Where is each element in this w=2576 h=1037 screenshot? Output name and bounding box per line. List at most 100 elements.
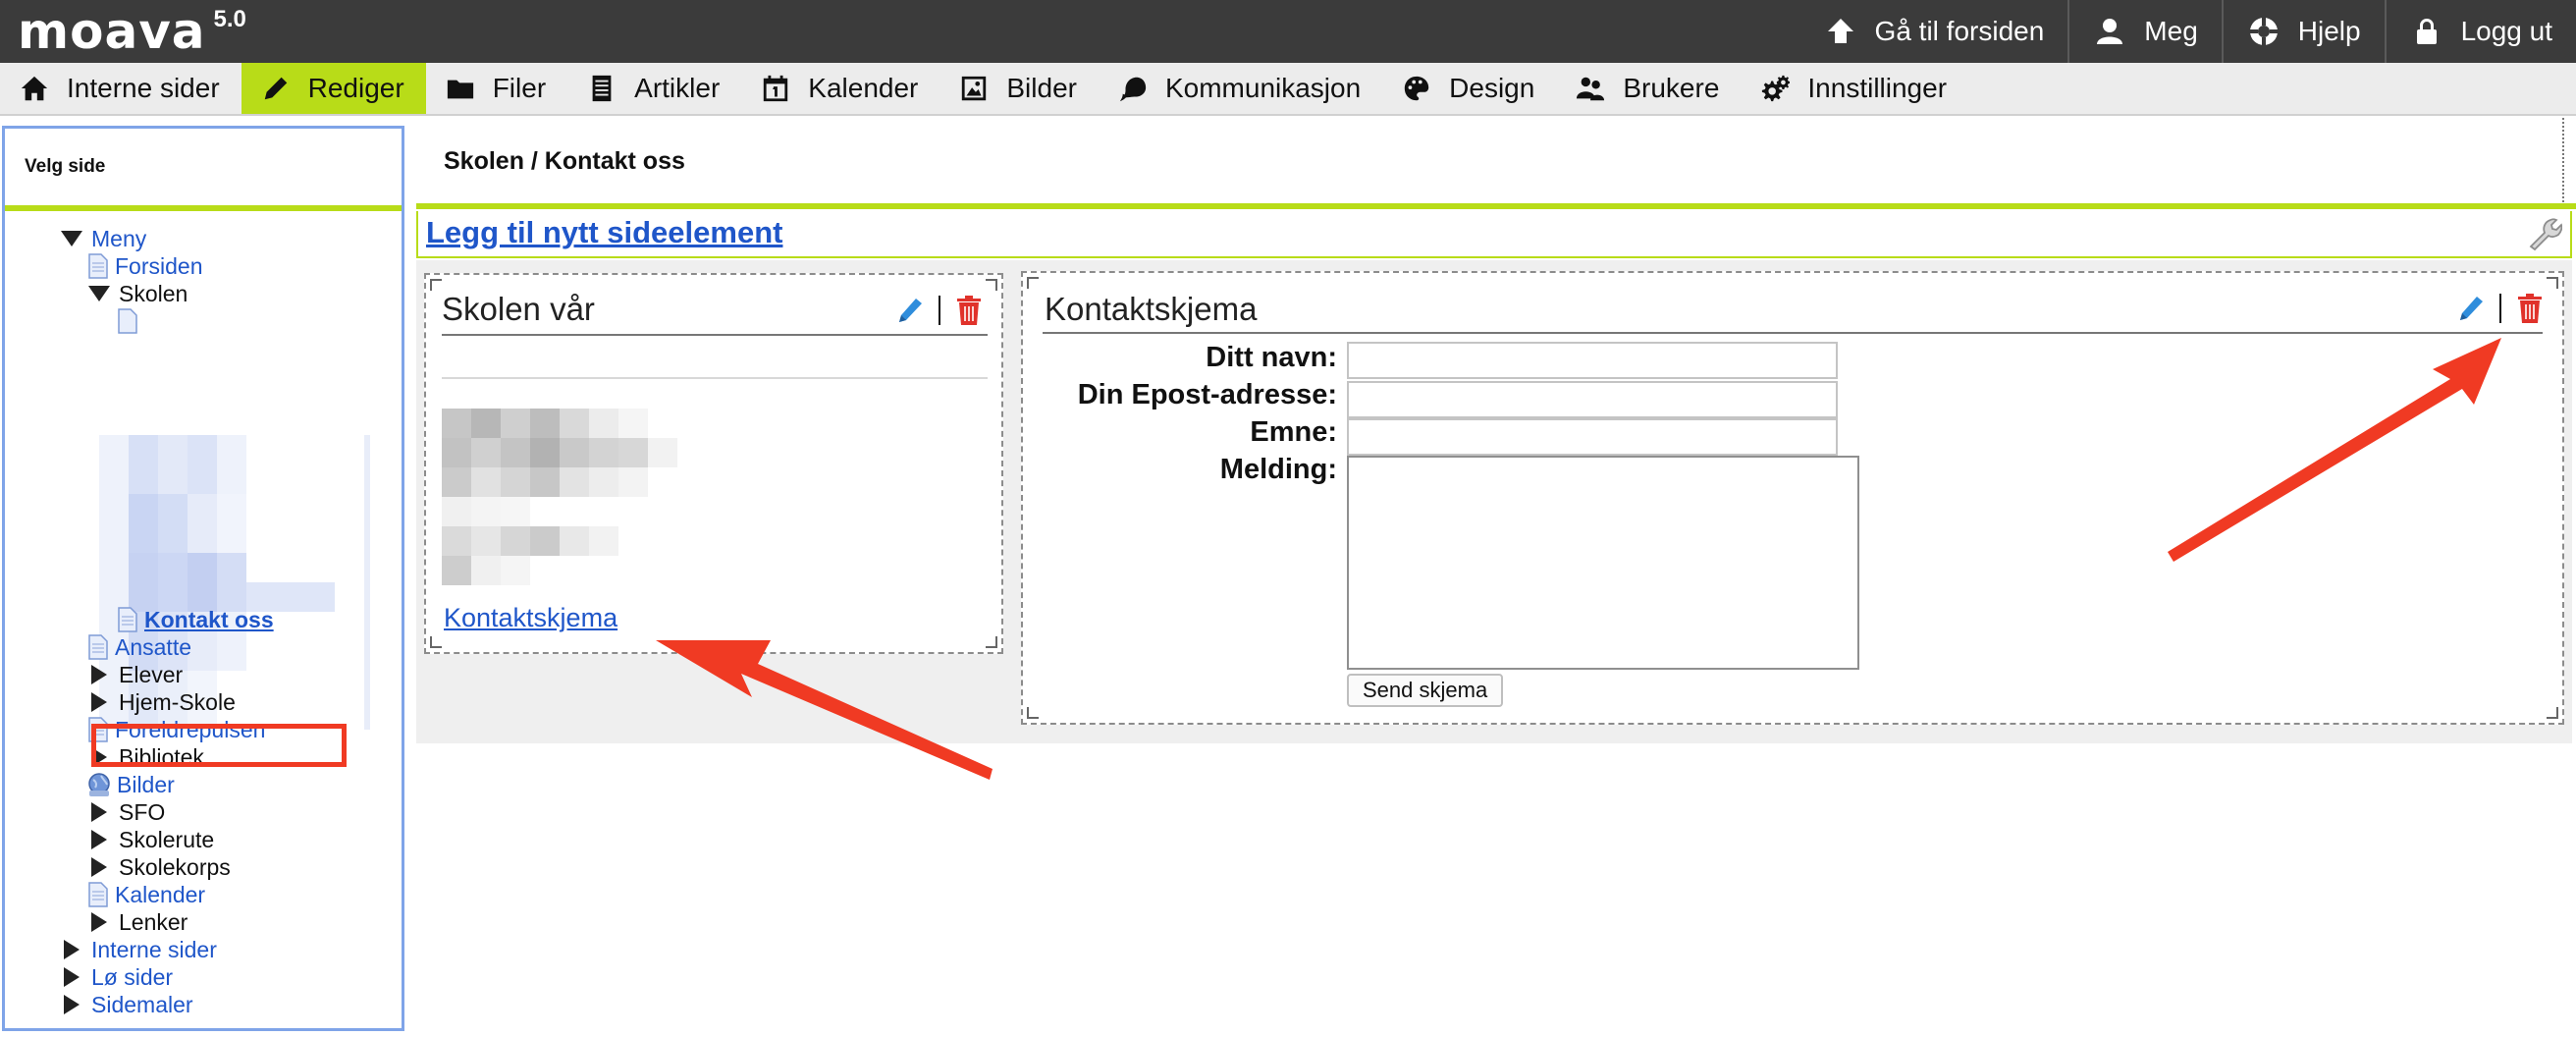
tree-item-label[interactable]: Lenker xyxy=(119,909,188,936)
message-textarea[interactable] xyxy=(1347,456,1859,670)
goto-frontpage-link[interactable]: Gå til forsiden xyxy=(1800,0,2068,63)
expand-arrow-icon[interactable] xyxy=(87,828,111,851)
tree-item-ansatte[interactable]: Ansatte xyxy=(87,633,191,661)
help-link[interactable]: Hjelp xyxy=(2221,0,2385,63)
tree-item-label[interactable]: Kalender xyxy=(115,882,205,908)
tree-item-label[interactable]: Skolekorps xyxy=(119,854,231,881)
tree-item-label[interactable]: SFO xyxy=(119,799,165,826)
tree-item-label[interactable]: Lø sider xyxy=(91,964,173,991)
pencil-icon xyxy=(259,72,293,105)
nav-rediger[interactable]: Rediger xyxy=(241,63,426,114)
kontaktskjema-link[interactable]: Kontaktskjema xyxy=(444,603,617,633)
element-tools xyxy=(895,295,984,326)
app-version: 5.0 xyxy=(213,6,246,32)
tree-item-skolerute[interactable]: Skolerute xyxy=(87,826,214,853)
nav-label: Interne sider xyxy=(67,73,220,103)
tree-item-label[interactable]: Meny xyxy=(91,226,146,252)
tree-item-sfo[interactable]: SFO xyxy=(87,798,165,826)
users-icon xyxy=(1574,72,1607,105)
edit-pencil-icon[interactable] xyxy=(895,295,925,326)
tree-item-kalender[interactable]: Kalender xyxy=(87,881,205,908)
tree-item-label[interactable]: Interne sider xyxy=(91,937,217,963)
calendar-icon xyxy=(759,72,792,105)
tree-item-obscured[interactable] xyxy=(117,307,144,335)
tree-item-hjem-skole[interactable]: Hjem-Skole xyxy=(87,688,236,716)
add-page-element-link[interactable]: Legg til nytt sideelement xyxy=(426,215,782,250)
tree-item-label[interactable]: Hjem-Skole xyxy=(119,689,236,716)
folder-icon xyxy=(444,72,477,105)
tree-item-forsiden[interactable]: Forsiden xyxy=(87,252,202,280)
tree-item-bilder[interactable]: Bilder xyxy=(85,771,175,798)
app-logo[interactable]: moava 5.0 xyxy=(18,4,246,59)
wrench-icon[interactable] xyxy=(2525,215,2562,252)
tree-item-kontakt-oss[interactable]: Kontakt oss xyxy=(117,606,274,633)
expand-arrow-icon[interactable] xyxy=(87,855,111,879)
element-tools xyxy=(2456,293,2545,324)
page-icon xyxy=(88,882,108,907)
delete-trash-icon[interactable] xyxy=(2515,293,2545,324)
tree-item-label[interactable]: Ansatte xyxy=(115,634,191,661)
help-label: Hjelp xyxy=(2297,16,2361,46)
tree-item-lenker[interactable]: Lenker xyxy=(87,908,188,936)
image-icon xyxy=(957,72,991,105)
send-form-button[interactable]: Send skjema xyxy=(1347,674,1504,707)
page-tree-sidebar: Velg side Meny Forsiden Skolen Kontakt o… xyxy=(2,126,404,1031)
selected-page-highlight xyxy=(91,724,347,767)
tree-item-label[interactable]: Kontakt oss xyxy=(144,607,274,633)
nav-label: Bilder xyxy=(1006,73,1077,103)
nav-kalender[interactable]: Kalender xyxy=(741,63,939,114)
name-input[interactable] xyxy=(1347,342,1838,379)
message-label: Melding: xyxy=(1219,454,1337,485)
nav-kommunikasjon[interactable]: Kommunikasjon xyxy=(1099,63,1382,114)
tree-item-label[interactable]: Elever xyxy=(119,662,183,688)
page-icon xyxy=(118,607,137,632)
collapse-arrow-icon[interactable] xyxy=(60,227,83,250)
nav-label: Rediger xyxy=(307,73,404,103)
tree-item-label[interactable]: Skolerute xyxy=(119,827,214,853)
breadcrumb: Skolen / Kontakt oss xyxy=(444,147,685,175)
expand-arrow-icon[interactable] xyxy=(60,938,83,961)
tree-item-label[interactable]: Skolen xyxy=(119,281,188,307)
sidebar-title: Velg side xyxy=(5,129,402,211)
nav-brukere[interactable]: Brukere xyxy=(1556,63,1741,114)
expand-arrow-icon[interactable] xyxy=(87,663,111,686)
tree-item-label[interactable]: Sidemaler xyxy=(91,992,193,1018)
tree-item-meny[interactable]: Meny xyxy=(60,225,146,252)
expand-arrow-icon[interactable] xyxy=(87,800,111,824)
tree-item-label[interactable]: Bilder xyxy=(117,772,175,798)
expand-arrow-icon[interactable] xyxy=(87,910,111,934)
edit-pencil-icon[interactable] xyxy=(2456,293,2486,324)
nav-label: Kommunikasjon xyxy=(1164,73,1362,103)
nav-bilder[interactable]: Bilder xyxy=(939,63,1099,114)
subject-input[interactable] xyxy=(1347,418,1838,456)
tree-item-elever[interactable]: Elever xyxy=(87,661,183,688)
tree-item-label[interactable]: Forsiden xyxy=(115,253,202,280)
tree-item-lo-sider[interactable]: Lø sider xyxy=(60,963,173,991)
tree-item-skolekorps[interactable]: Skolekorps xyxy=(87,853,231,881)
top-links: Gå til forsiden Meg Hjelp Logg ut xyxy=(1800,0,2576,63)
nav-label: Artikler xyxy=(634,73,721,103)
email-input[interactable] xyxy=(1347,381,1838,418)
delete-trash-icon[interactable] xyxy=(954,295,984,326)
nav-filer[interactable]: Filer xyxy=(426,63,567,114)
nav-innstillinger[interactable]: Innstillinger xyxy=(1741,63,1968,114)
page-element-kontaktskjema: Kontaktskjema Ditt navn: Din Epost-adres… xyxy=(1021,271,2564,725)
logout-link[interactable]: Logg ut xyxy=(2384,0,2576,63)
tree-item-interne-sider[interactable]: Interne sider xyxy=(60,936,217,963)
expand-arrow-icon[interactable] xyxy=(60,993,83,1016)
corner-marker xyxy=(430,279,442,291)
nav-artikler[interactable]: Artikler xyxy=(567,63,741,114)
nav-interne-sider[interactable]: Interne sider xyxy=(0,63,242,114)
tree-item-sidemaler[interactable]: Sidemaler xyxy=(60,991,193,1018)
email-label: Din Epost-adresse: xyxy=(1077,379,1337,410)
home-up-icon xyxy=(1824,15,1857,48)
expand-arrow-icon[interactable] xyxy=(87,690,111,714)
add-element-bar: Legg til nytt sideelement xyxy=(416,211,2572,258)
corner-marker xyxy=(1027,707,1039,719)
nav-design[interactable]: Design xyxy=(1382,63,1556,114)
profile-link[interactable]: Meg xyxy=(2067,0,2221,63)
corner-marker xyxy=(986,636,997,648)
tree-item-skolen[interactable]: Skolen xyxy=(87,280,188,307)
collapse-arrow-icon[interactable] xyxy=(87,282,111,305)
expand-arrow-icon[interactable] xyxy=(60,965,83,989)
